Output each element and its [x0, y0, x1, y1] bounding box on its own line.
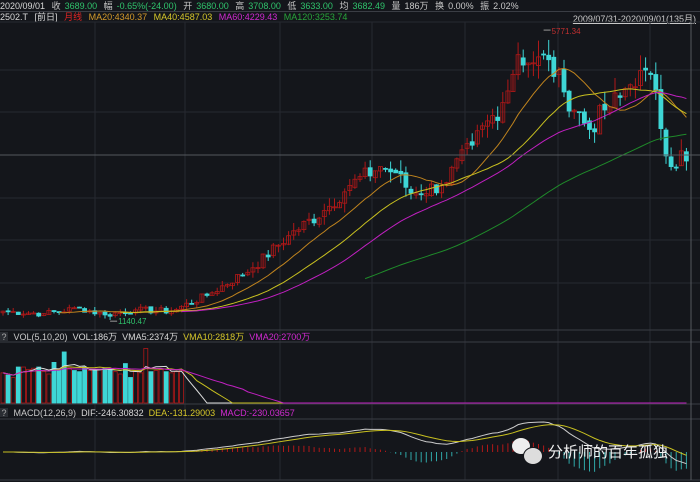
volume-bar	[61, 351, 67, 404]
volume-bar	[46, 373, 52, 404]
candle-down	[546, 54, 552, 61]
volume-bar	[66, 367, 72, 404]
candle-down	[189, 302, 195, 305]
volume-bar	[138, 372, 144, 404]
volume-bar	[107, 368, 113, 404]
candle-down	[163, 307, 169, 314]
candle-down	[495, 116, 501, 121]
candle-down	[240, 274, 246, 277]
help-button[interactable]: ?	[0, 332, 8, 342]
candle-down	[204, 293, 210, 296]
candle-down	[643, 67, 648, 71]
candle-down	[383, 167, 388, 170]
candle-down	[592, 128, 597, 133]
candle-down	[408, 188, 414, 194]
volume-bar	[112, 371, 118, 404]
volume-bar	[179, 370, 184, 404]
volume-bar	[128, 377, 133, 404]
candle-down	[107, 314, 113, 317]
candle-down	[520, 57, 526, 66]
candle-down	[469, 141, 475, 146]
volume-bar	[163, 371, 169, 404]
candle-down	[418, 193, 424, 196]
volume-bar	[82, 366, 87, 404]
macd-value-label: MACD:-230.03657	[220, 408, 295, 418]
volume-legend: ? VOL(5,10,20) VOL:186万 VMA5:2374万 VMA10…	[0, 332, 310, 343]
candle-down	[393, 169, 399, 174]
volume-bar	[36, 366, 42, 404]
volume-bar	[143, 348, 149, 404]
volume-bar	[97, 368, 103, 404]
candle-down	[541, 53, 546, 56]
help-button[interactable]: ?	[0, 408, 8, 418]
candle-down	[311, 218, 317, 224]
volume-bar	[102, 367, 108, 404]
vma20-label: VMA20:2700万	[249, 332, 311, 342]
wechat-icon	[512, 438, 543, 465]
candle-down	[663, 129, 669, 157]
volume-bar	[133, 370, 139, 404]
volume-bar	[72, 370, 77, 404]
candle-down	[668, 156, 674, 167]
ma120-line	[364, 133, 687, 280]
candle-down	[684, 151, 689, 162]
volume-bar	[26, 368, 31, 404]
volume-bar	[41, 371, 47, 404]
high-annotation: 5771.34	[552, 27, 581, 36]
ma60-line	[181, 92, 687, 313]
candle-down	[265, 254, 271, 258]
volume-bar	[5, 374, 11, 404]
candle-down	[128, 312, 133, 315]
candle-down	[102, 311, 108, 316]
volume-bar	[87, 370, 93, 404]
candle-down	[653, 74, 659, 92]
volume-bar	[173, 371, 179, 404]
candle-down	[561, 68, 567, 93]
vma10-label: VMA10:2818万	[183, 332, 245, 342]
candle-down	[617, 95, 623, 98]
volume-bar	[153, 370, 159, 404]
candle-down	[576, 111, 582, 114]
candle-down	[388, 168, 394, 173]
volume-bar	[168, 372, 174, 404]
watermark: 分析师的百年孤独	[512, 438, 669, 465]
vma5-label: VMA5:2374万	[122, 332, 179, 342]
dea-label: DEA:-131.29003	[148, 408, 216, 418]
volume-bar	[117, 373, 123, 404]
volume-bar	[77, 371, 82, 404]
macd-title: MACD(12,26,9)	[13, 408, 77, 418]
dif-label: DIF:-246.30832	[81, 408, 144, 418]
candle-down	[77, 306, 82, 309]
volume-bar	[0, 372, 6, 404]
candle-down	[582, 111, 587, 124]
volume-bar	[158, 368, 164, 404]
candle-down	[602, 103, 608, 111]
macd-legend: ? MACD(12,26,9) DIF:-246.30832 DEA:-131.…	[0, 408, 295, 419]
vol-value: VOL:186万	[72, 332, 118, 342]
low-annotation: 1140.47	[118, 317, 147, 326]
volume-bar	[31, 367, 37, 404]
candle-down	[673, 166, 679, 169]
volume-bar	[92, 370, 98, 404]
candle-down	[36, 312, 42, 317]
candle-down	[398, 170, 404, 175]
vol-title: VOL(5,10,20)	[13, 332, 68, 342]
watermark-text: 分析师的百年孤独	[548, 442, 669, 461]
volume-bar	[10, 377, 16, 404]
candle-down	[367, 167, 373, 177]
candle-down	[648, 72, 654, 75]
volume-bar	[148, 371, 154, 404]
candle-down	[51, 310, 57, 312]
candle-down	[5, 310, 11, 313]
volume-bar	[56, 368, 62, 404]
candle-down	[15, 311, 21, 315]
